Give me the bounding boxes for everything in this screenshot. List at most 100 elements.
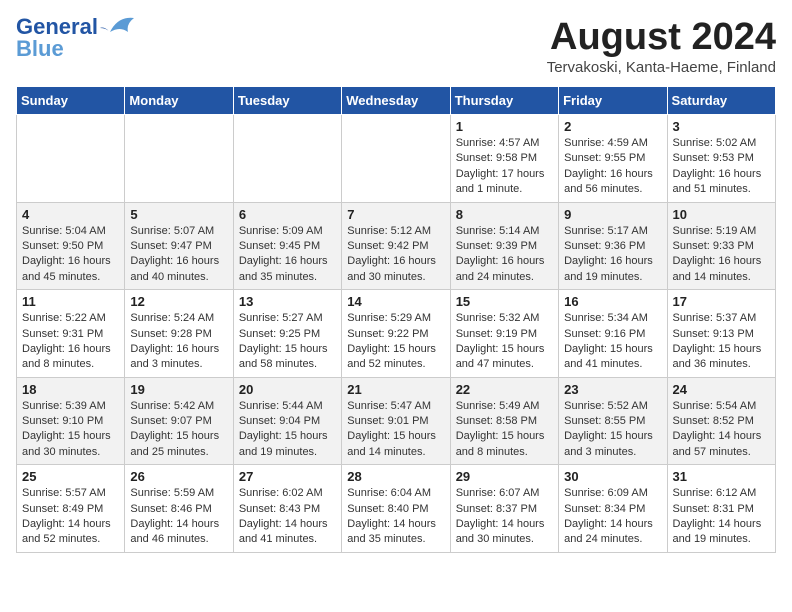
day-number: 4 [22, 207, 119, 222]
day-info: Sunrise: 5:32 AMSunset: 9:19 PMDaylight:… [456, 311, 553, 373]
calendar-week-3: 11 Sunrise: 5:22 AMSunset: 9:31 PMDayligh… [17, 290, 776, 378]
day-info: Sunrise: 5:54 AMSunset: 8:52 PMDaylight:… [673, 399, 770, 461]
day-number: 29 [456, 469, 553, 484]
calendar-cell: 3 Sunrise: 5:02 AMSunset: 9:53 PMDaylight… [667, 115, 775, 203]
day-info: Sunrise: 5:27 AMSunset: 9:25 PMDaylight:… [239, 311, 336, 373]
weekday-header-wednesday: Wednesday [342, 87, 450, 115]
calendar-cell: 26 Sunrise: 5:59 AMSunset: 8:46 PMDayligh… [125, 465, 233, 553]
calendar-cell: 27 Sunrise: 6:02 AMSunset: 8:43 PMDayligh… [233, 465, 341, 553]
weekday-header-monday: Monday [125, 87, 233, 115]
day-number: 13 [239, 294, 336, 309]
day-info: Sunrise: 5:57 AMSunset: 8:49 PMDaylight:… [22, 486, 119, 548]
day-info: Sunrise: 5:42 AMSunset: 9:07 PMDaylight:… [130, 399, 227, 461]
calendar-cell: 22 Sunrise: 5:49 AMSunset: 8:58 PMDayligh… [450, 377, 558, 465]
day-info: Sunrise: 6:02 AMSunset: 8:43 PMDaylight:… [239, 486, 336, 548]
day-number: 11 [22, 294, 119, 309]
day-info: Sunrise: 5:59 AMSunset: 8:46 PMDaylight:… [130, 486, 227, 548]
day-number: 12 [130, 294, 227, 309]
day-number: 14 [347, 294, 444, 309]
day-info: Sunrise: 5:02 AMSunset: 9:53 PMDaylight:… [673, 136, 770, 198]
calendar-cell: 23 Sunrise: 5:52 AMSunset: 8:55 PMDayligh… [559, 377, 667, 465]
day-info: Sunrise: 5:52 AMSunset: 8:55 PMDaylight:… [564, 399, 661, 461]
calendar-week-4: 18 Sunrise: 5:39 AMSunset: 9:10 PMDayligh… [17, 377, 776, 465]
day-info: Sunrise: 6:07 AMSunset: 8:37 PMDaylight:… [456, 486, 553, 548]
day-info: Sunrise: 5:19 AMSunset: 9:33 PMDaylight:… [673, 224, 770, 286]
calendar-cell: 14 Sunrise: 5:29 AMSunset: 9:22 PMDayligh… [342, 290, 450, 378]
day-info: Sunrise: 5:04 AMSunset: 9:50 PMDaylight:… [22, 224, 119, 286]
day-number: 20 [239, 382, 336, 397]
day-number: 18 [22, 382, 119, 397]
weekday-header-saturday: Saturday [667, 87, 775, 115]
day-info: Sunrise: 5:09 AMSunset: 9:45 PMDaylight:… [239, 224, 336, 286]
calendar-cell: 4 Sunrise: 5:04 AMSunset: 9:50 PMDaylight… [17, 202, 125, 290]
calendar-cell: 18 Sunrise: 5:39 AMSunset: 9:10 PMDayligh… [17, 377, 125, 465]
day-info: Sunrise: 5:22 AMSunset: 9:31 PMDaylight:… [22, 311, 119, 373]
calendar-cell: 1 Sunrise: 4:57 AMSunset: 9:58 PMDaylight… [450, 115, 558, 203]
day-number: 10 [673, 207, 770, 222]
calendar-cell: 15 Sunrise: 5:32 AMSunset: 9:19 PMDayligh… [450, 290, 558, 378]
day-number: 28 [347, 469, 444, 484]
day-number: 16 [564, 294, 661, 309]
day-info: Sunrise: 6:12 AMSunset: 8:31 PMDaylight:… [673, 486, 770, 548]
calendar-cell: 20 Sunrise: 5:44 AMSunset: 9:04 PMDayligh… [233, 377, 341, 465]
calendar-cell: 24Sunrise: 5:54 AMSunset: 8:52 PMDayligh… [667, 377, 775, 465]
calendar-cell: 21 Sunrise: 5:47 AMSunset: 9:01 PMDayligh… [342, 377, 450, 465]
day-number: 5 [130, 207, 227, 222]
calendar-cell: 11 Sunrise: 5:22 AMSunset: 9:31 PMDayligh… [17, 290, 125, 378]
calendar-cell: 5 Sunrise: 5:07 AMSunset: 9:47 PMDaylight… [125, 202, 233, 290]
calendar-cell: 7 Sunrise: 5:12 AMSunset: 9:42 PMDaylight… [342, 202, 450, 290]
calendar-cell: 19 Sunrise: 5:42 AMSunset: 9:07 PMDayligh… [125, 377, 233, 465]
calendar-cell [342, 115, 450, 203]
location: Tervakoski, Kanta-Haeme, Finland [547, 59, 776, 76]
day-number: 7 [347, 207, 444, 222]
day-number: 30 [564, 469, 661, 484]
calendar-cell: 2Sunrise: 4:59 AMSunset: 9:55 PMDaylight… [559, 115, 667, 203]
calendar-week-1: 1 Sunrise: 4:57 AMSunset: 9:58 PMDaylight… [17, 115, 776, 203]
weekday-header-friday: Friday [559, 87, 667, 115]
logo-text: GeneralBlue [16, 16, 98, 60]
calendar-cell: 28 Sunrise: 6:04 AMSunset: 8:40 PMDayligh… [342, 465, 450, 553]
day-number: 8 [456, 207, 553, 222]
month-title: August 2024 [547, 16, 776, 59]
calendar-cell: 9Sunrise: 5:17 AMSunset: 9:36 PMDaylight… [559, 202, 667, 290]
logo: GeneralBlue [16, 16, 136, 60]
calendar-cell: 12 Sunrise: 5:24 AMSunset: 9:28 PMDayligh… [125, 290, 233, 378]
day-info: Sunrise: 5:24 AMSunset: 9:28 PMDaylight:… [130, 311, 227, 373]
day-number: 19 [130, 382, 227, 397]
day-number: 27 [239, 469, 336, 484]
page-header: GeneralBlue August 2024 Tervakoski, Kant… [16, 16, 776, 76]
calendar-cell: 30 Sunrise: 6:09 AMSunset: 8:34 PMDayligh… [559, 465, 667, 553]
calendar-cell [233, 115, 341, 203]
day-number: 6 [239, 207, 336, 222]
calendar-cell: 29 Sunrise: 6:07 AMSunset: 8:37 PMDayligh… [450, 465, 558, 553]
calendar-cell: 31Sunrise: 6:12 AMSunset: 8:31 PMDayligh… [667, 465, 775, 553]
day-info: Sunrise: 5:44 AMSunset: 9:04 PMDaylight:… [239, 399, 336, 461]
day-number: 22 [456, 382, 553, 397]
day-info: Sunrise: 5:14 AMSunset: 9:39 PMDaylight:… [456, 224, 553, 286]
day-info: Sunrise: 5:49 AMSunset: 8:58 PMDaylight:… [456, 399, 553, 461]
calendar-cell: 6 Sunrise: 5:09 AMSunset: 9:45 PMDaylight… [233, 202, 341, 290]
day-info: Sunrise: 5:07 AMSunset: 9:47 PMDaylight:… [130, 224, 227, 286]
calendar-week-2: 4 Sunrise: 5:04 AMSunset: 9:50 PMDaylight… [17, 202, 776, 290]
day-number: 2 [564, 119, 661, 134]
day-number: 1 [456, 119, 553, 134]
day-number: 23 [564, 382, 661, 397]
day-number: 26 [130, 469, 227, 484]
day-number: 15 [456, 294, 553, 309]
day-info: Sunrise: 6:04 AMSunset: 8:40 PMDaylight:… [347, 486, 444, 548]
day-info: Sunrise: 6:09 AMSunset: 8:34 PMDaylight:… [564, 486, 661, 548]
logo-bird-icon [100, 14, 136, 44]
day-info: Sunrise: 5:12 AMSunset: 9:42 PMDaylight:… [347, 224, 444, 286]
day-number: 3 [673, 119, 770, 134]
title-area: August 2024 Tervakoski, Kanta-Haeme, Fin… [547, 16, 776, 76]
day-info: Sunrise: 5:17 AMSunset: 9:36 PMDaylight:… [564, 224, 661, 286]
calendar-cell [125, 115, 233, 203]
calendar-cell [17, 115, 125, 203]
calendar-cell: 13 Sunrise: 5:27 AMSunset: 9:25 PMDayligh… [233, 290, 341, 378]
day-info: Sunrise: 5:39 AMSunset: 9:10 PMDaylight:… [22, 399, 119, 461]
calendar-week-5: 25Sunrise: 5:57 AMSunset: 8:49 PMDayligh… [17, 465, 776, 553]
day-info: Sunrise: 5:29 AMSunset: 9:22 PMDaylight:… [347, 311, 444, 373]
day-number: 21 [347, 382, 444, 397]
day-info: Sunrise: 5:47 AMSunset: 9:01 PMDaylight:… [347, 399, 444, 461]
day-info: Sunrise: 4:57 AMSunset: 9:58 PMDaylight:… [456, 136, 553, 198]
